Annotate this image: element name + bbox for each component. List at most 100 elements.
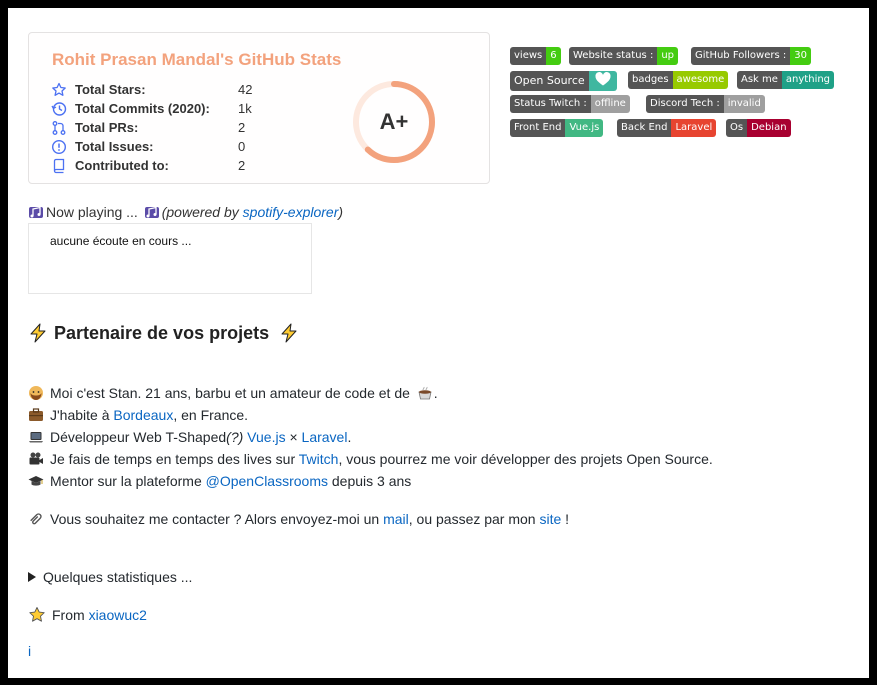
badge[interactable]: Back End Laravel — [617, 119, 717, 137]
heart-icon — [588, 71, 617, 91]
briefcase-icon — [28, 407, 44, 423]
now-playing-line: Now playing ... (powered by spotify-expl… — [28, 204, 343, 220]
badge-label: views — [510, 47, 547, 65]
xiaowuc2-link[interactable]: xiaowuc2 — [89, 607, 147, 623]
laptop-icon — [28, 429, 44, 445]
star-icon — [28, 606, 46, 624]
issue-icon — [51, 139, 67, 155]
powered-by-text: (powered by — [161, 204, 243, 220]
stat-row-contributed: Contributed to: 2 — [51, 157, 271, 176]
badge-value: Laravel — [671, 119, 717, 137]
intro-text: , en France. — [173, 407, 249, 423]
badge[interactable]: Status Twitch : offline — [510, 95, 630, 113]
contact-line: Vous souhaitez me contacter ? Alors envo… — [28, 511, 569, 527]
stat-label: Contributed to: — [75, 158, 169, 173]
stat-row-issues: Total Issues: 0 — [51, 138, 271, 157]
twitch-link[interactable]: Twitch — [299, 451, 339, 467]
badge[interactable]: Discord Tech : invalid — [646, 95, 765, 113]
laravel-link[interactable]: Laravel — [302, 429, 348, 445]
badge-value: 6 — [546, 47, 561, 65]
badge[interactable]: views 6 — [510, 47, 561, 65]
repo-icon — [53, 158, 65, 174]
badge[interactable]: Open Source — [510, 71, 617, 91]
history-icon — [51, 102, 67, 116]
details-summary: Quelques statistiques ... — [43, 569, 193, 585]
rank-grade: A+ — [379, 109, 409, 134]
music-icon — [28, 204, 44, 220]
intro-text: , vous pourrez me voir développer des pr… — [338, 451, 713, 467]
badge[interactable]: Front End Vue.js — [510, 119, 604, 137]
intro-line-5: Mentor sur la plateforme @OpenClassrooms… — [28, 473, 411, 489]
github-stats-card: Rohit Prasan Mandal's GitHub Stats Total… — [28, 32, 490, 184]
stats-details-toggle[interactable]: Quelques statistiques ... — [28, 569, 192, 585]
openclassrooms-link[interactable]: @OpenClassrooms — [206, 473, 328, 489]
now-playing-text: Now playing ... — [46, 204, 138, 220]
stat-value: 0 — [238, 139, 246, 154]
intro-line-1: Moi c'est Stan. 21 ans, barbu et un amat… — [28, 385, 438, 401]
badge-value: invalid — [723, 95, 765, 113]
readme-page: Rohit Prasan Mandal's GitHub Stats Total… — [8, 8, 869, 678]
badge[interactable]: Os Debian — [726, 119, 791, 137]
intro-text: . — [433, 385, 438, 401]
badge-value: offline — [590, 95, 630, 113]
badge-label: Discord Tech : — [646, 95, 724, 113]
badge-value: 30 — [790, 47, 811, 65]
music-icon — [144, 204, 160, 220]
badge-label: Front End — [510, 119, 566, 137]
vuejs-link[interactable]: Vue.js — [247, 429, 285, 445]
stat-label: Total PRs: — [75, 120, 139, 135]
badge-value: awesome — [672, 71, 729, 89]
intro-text: Je fais de temps en temps des lives sur — [50, 451, 299, 467]
intro-text: Moi c'est Stan. 21 ans, barbu et un amat… — [50, 385, 410, 401]
site-link[interactable]: site — [540, 511, 562, 527]
powered-by-close: ) — [338, 204, 344, 220]
badge[interactable]: badges awesome — [628, 71, 729, 89]
stat-value: 2 — [238, 120, 246, 135]
badge-label: Open Source — [510, 71, 589, 91]
stats-title: Rohit Prasan Mandal's GitHub Stats — [52, 50, 342, 69]
stat-value: 2 — [238, 158, 246, 173]
stat-value: 1k — [238, 101, 252, 116]
footer-line: i — [28, 643, 31, 659]
footer-link[interactable]: i — [28, 643, 31, 659]
coffee-icon — [417, 385, 433, 401]
badge-label: GitHub Followers : — [691, 47, 791, 65]
intro-text: Développeur Web T-Shaped — [50, 429, 227, 445]
pull-request-icon — [52, 121, 66, 135]
bordeaux-link[interactable]: Bordeaux — [113, 407, 173, 423]
paperclip-icon — [28, 511, 44, 527]
star-icon — [52, 82, 66, 96]
intro-line-3: Développeur Web T-Shaped(?) Vue.js × Lar… — [28, 429, 351, 445]
badge-label: Ask me — [737, 71, 782, 89]
intro-text: J'habite à — [50, 407, 114, 423]
from-text: From — [52, 607, 89, 623]
badge[interactable]: GitHub Followers :30 — [691, 47, 811, 65]
now-playing-status: aucune écoute en cours ... — [50, 234, 192, 248]
badge-label: Website status : — [569, 47, 658, 65]
intro-text: × — [285, 429, 302, 445]
now-playing-widget[interactable]: aucune écoute en cours ... — [28, 223, 312, 294]
badge-value: Debian — [747, 119, 791, 137]
video-camera-icon — [28, 451, 44, 467]
badge[interactable]: Website status : up — [569, 47, 679, 65]
badge-label: Os — [726, 119, 748, 137]
badge-label: Back End — [617, 119, 672, 137]
heading-text: Partenaire de vos projets — [54, 323, 270, 343]
stat-value: 42 — [238, 82, 253, 97]
contact-text: ! — [561, 511, 570, 527]
intro-text: depuis 3 ans — [328, 473, 412, 489]
contact-text: , ou passez par mon — [408, 511, 540, 527]
stat-label: Total Stars: — [75, 82, 146, 97]
badge-value: anything — [781, 71, 835, 89]
badge-label: Status Twitch : — [510, 95, 591, 113]
spotify-explorer-link[interactable]: spotify-explorer — [243, 204, 339, 220]
intro-line-4: Je fais de temps en temps des lives sur … — [28, 451, 713, 467]
t-shaped-note: (?) — [226, 429, 244, 445]
from-line: From xiaowuc2 — [28, 606, 147, 624]
badge[interactable]: Ask me anything — [737, 71, 835, 89]
mail-link[interactable]: mail — [383, 511, 409, 527]
stat-label: Total Issues: — [75, 139, 154, 154]
intro-text: Mentor sur la plateforme — [50, 473, 206, 489]
graduation-cap-icon — [28, 473, 44, 489]
stat-row-prs: Total PRs: 2 — [51, 119, 271, 138]
